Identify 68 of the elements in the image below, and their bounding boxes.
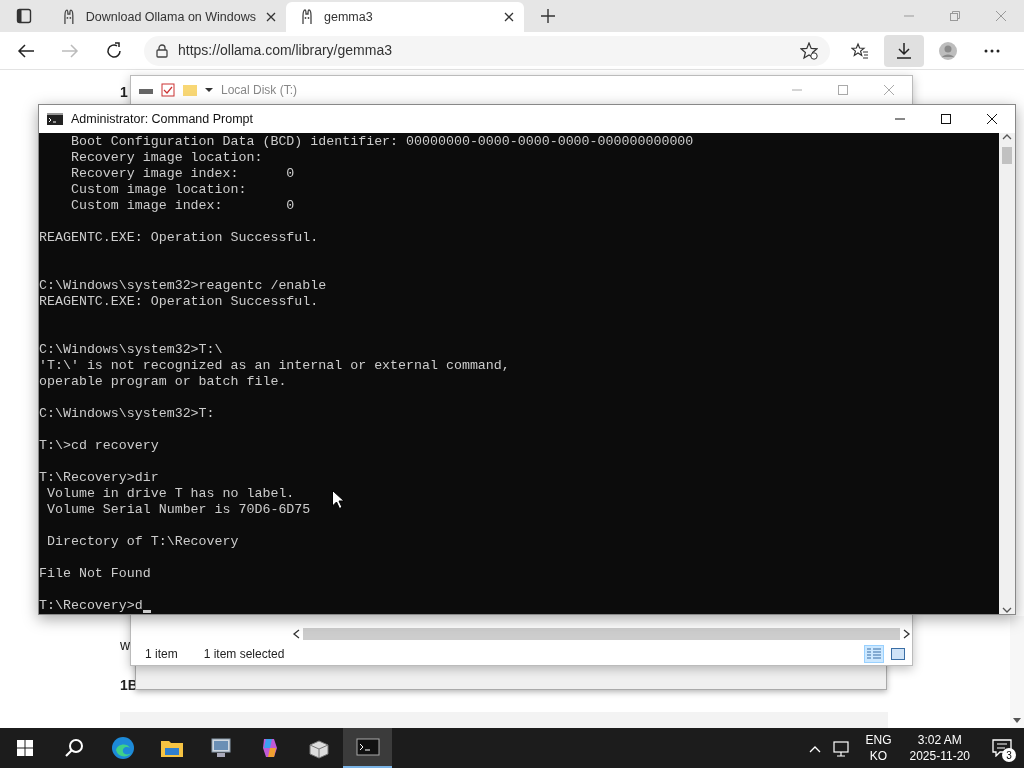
close-icon[interactable] — [266, 12, 276, 23]
console-line: Recovery image index: 0 — [69, 166, 295, 182]
scroll-up-icon[interactable] — [1002, 133, 1012, 141]
profile-icon[interactable] — [939, 41, 957, 60]
maximize-icon[interactable] — [941, 114, 951, 124]
console-line: File Not Found — [39, 566, 151, 582]
new-tab-icon[interactable] — [541, 9, 555, 23]
horizontal-scrollbar[interactable] — [291, 626, 912, 642]
console-line: C:\Windows\system32>reagentc /enable — [39, 278, 327, 294]
close-icon[interactable] — [504, 12, 514, 23]
console-line: REAGENTC.EXE: Operation Successful. — [39, 294, 319, 310]
console-line: C:\Windows\system32>T:\ — [39, 342, 223, 358]
notifications-icon[interactable] — [992, 739, 1012, 757]
back-icon[interactable] — [17, 41, 35, 60]
page-text: w — [120, 636, 131, 655]
status-text: 1 item — [145, 645, 178, 663]
page-text: 1 — [120, 83, 128, 102]
language-text[interactable]: KO — [869, 748, 888, 764]
vertical-scrollbar[interactable] — [999, 133, 1015, 614]
lock-icon — [156, 43, 168, 58]
window-title: Administrator: Command Prompt — [71, 110, 253, 128]
network-icon[interactable] — [833, 740, 852, 757]
console-icon[interactable] — [355, 735, 380, 759]
browser-tab[interactable]: gemma3 — [286, 2, 524, 32]
console-line: Directory of T:\Recovery — [45, 534, 239, 550]
console-line: 'T:\' is not recognized as an internal or external command, — [39, 358, 510, 374]
status-text: 1 item selected — [203, 645, 285, 663]
console-line: T:\Recovery>d — [39, 598, 143, 614]
scrollbar-thumb[interactable] — [1002, 147, 1012, 164]
llama-icon — [62, 9, 76, 25]
mouse-pointer-icon — [332, 490, 344, 509]
scroll-down-icon[interactable] — [1013, 718, 1021, 724]
downloads-icon[interactable] — [895, 41, 913, 60]
favorites-icon[interactable] — [851, 41, 869, 60]
console-line: Custom image location: — [69, 182, 247, 198]
browser-tab[interactable]: Download Ollama on Windows — [48, 2, 286, 32]
monitor-icon[interactable] — [208, 736, 233, 760]
console-line: C:\Windows\system32>T: — [39, 406, 215, 422]
console-line: operable program or batch file. — [39, 374, 287, 390]
address-bar[interactable]: https://ollama.com/library/gemma3 — [144, 35, 830, 66]
llama-icon — [300, 9, 314, 25]
chevron-up-icon[interactable] — [809, 744, 822, 753]
console-line: Recovery image location: — [69, 150, 263, 166]
clock-date[interactable]: 2025-11-20 — [909, 748, 970, 764]
console-line: T:\Recovery>dir — [39, 470, 159, 486]
url-text: https://ollama.com/library/gemma3 — [178, 41, 393, 60]
console-line: Custom image index: 0 — [69, 198, 295, 214]
refresh-icon[interactable] — [105, 41, 123, 60]
console-line: Boot Configuration Data (BCD) identifier: 00000000-0000-0000-0000-000000000000 — [69, 134, 694, 150]
language-text[interactable]: ENG — [865, 732, 892, 748]
search-icon[interactable] — [63, 738, 84, 758]
clock-time[interactable]: 3:02 AM — [917, 732, 962, 748]
tab-actions-icon[interactable] — [16, 8, 32, 24]
dropdown-icon[interactable] — [205, 87, 213, 93]
console-icon — [47, 113, 63, 125]
windows-icon[interactable] — [16, 740, 33, 756]
console-line: T:\>cd recovery — [39, 438, 159, 454]
console-line: Volume Serial Number is 70D6-6D75 — [45, 502, 311, 518]
console-line: Volume in drive T has no label. — [45, 486, 295, 502]
edge-icon[interactable] — [110, 736, 135, 760]
close-icon[interactable] — [987, 114, 997, 124]
window-title: Local Disk (T:) — [221, 82, 297, 99]
notification-count: 3 — [1002, 748, 1016, 762]
console-line: REAGENTC.EXE: Operation Successful. — [39, 230, 319, 246]
scrollbar[interactable] — [1010, 616, 1024, 728]
add-favorite-icon[interactable] — [800, 42, 818, 61]
scroll-down-icon[interactable] — [1002, 606, 1012, 614]
properties-icon[interactable] — [161, 83, 175, 97]
